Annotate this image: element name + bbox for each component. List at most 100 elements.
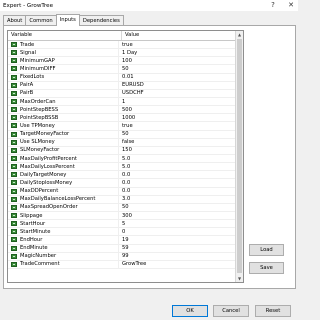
value-cell[interactable]: EURUSD — [119, 82, 144, 89]
load-button[interactable]: Load — [249, 244, 284, 256]
variable-cell: DailyTargetMoney — [8, 171, 119, 179]
value-cell[interactable]: 150 — [119, 147, 132, 154]
value-cell[interactable]: 3.0 — [119, 196, 130, 203]
variable-icon — [11, 82, 17, 88]
variable-icon — [11, 253, 17, 259]
close-icon[interactable]: ✕ — [286, 1, 296, 9]
value-cell[interactable]: USDCHF — [119, 90, 144, 97]
value-cell[interactable]: true — [119, 122, 133, 129]
table-row[interactable]: EndMinute 59 — [8, 244, 235, 253]
table-row[interactable]: TradeComment GrowTree — [8, 260, 235, 269]
title-bar: Expert - GrowTree ? ✕ — [0, 0, 298, 11]
value-cell[interactable]: 5 — [119, 220, 125, 227]
value-cell[interactable]: GrowTree — [119, 261, 146, 268]
table-row[interactable]: MaxSpreadOpenOrder 50 — [8, 203, 235, 212]
value-cell[interactable]: 50 — [119, 65, 129, 72]
scroll-up-icon[interactable]: ▲ — [236, 31, 243, 38]
variable-cell: PointStepBESS — [8, 106, 119, 114]
variable-cell: Signal — [8, 49, 119, 57]
value-cell[interactable]: 59 — [119, 245, 129, 252]
value-cell[interactable]: 1000 — [119, 114, 135, 121]
table-row[interactable]: FixedLots 0.01 — [8, 73, 235, 82]
variable-cell: MinimumGAP — [8, 57, 119, 65]
variable-icon — [11, 115, 17, 121]
variable-cell: Use TPMoney — [8, 122, 119, 130]
table-row[interactable]: MaxDailyLossPercent 5.0 — [8, 163, 235, 172]
variable-cell: EndHour — [8, 236, 119, 244]
variable-name: EndMinute — [20, 245, 48, 252]
value-cell[interactable]: 0.01 — [119, 74, 134, 81]
vertical-scrollbar[interactable]: ▲ ▼ — [235, 31, 243, 282]
ok-button[interactable]: OK — [172, 305, 208, 317]
value-cell[interactable]: 99 — [119, 253, 129, 260]
scroll-down-icon[interactable]: ▼ — [236, 275, 243, 282]
variable-cell: TradeComment — [8, 260, 119, 268]
variable-icon — [11, 164, 17, 170]
value-cell[interactable]: 1 — [119, 98, 125, 105]
value-cell[interactable]: 5.0 — [119, 163, 130, 170]
variable-cell: TargetMoneyFactor — [8, 130, 119, 138]
table-row[interactable]: Trade true — [8, 41, 235, 50]
table-row[interactable]: MinimumDIFF 50 — [8, 65, 235, 74]
cancel-button[interactable]: Cancel — [213, 305, 249, 317]
table-row[interactable]: DailyTargetMoney 0.0 — [8, 171, 235, 180]
window-controls: ? ✕ — [268, 1, 296, 9]
reset-button[interactable]: Reset — [255, 305, 291, 317]
table-row[interactable]: Signal 1 Day — [8, 49, 235, 58]
table-row[interactable]: MinimumGAP 100 — [8, 57, 235, 66]
variable-name: MaxSpreadOpenOrder — [20, 204, 78, 211]
table-row[interactable]: StartHour 5 — [8, 220, 235, 229]
variable-name: Slippage — [20, 212, 43, 219]
value-cell[interactable]: 0.0 — [119, 188, 130, 195]
variable-cell: EndMinute — [8, 244, 119, 252]
value-cell[interactable]: 5.0 — [119, 155, 130, 162]
table-row[interactable]: MaxDailyProfitPercent 5.0 — [8, 154, 235, 164]
value-cell[interactable]: 500 — [119, 106, 132, 113]
table-row[interactable]: StartMinute 0 — [8, 228, 235, 237]
value-cell[interactable]: 0.0 — [119, 171, 130, 178]
value-cell[interactable]: 1 Day — [119, 49, 137, 56]
variable-icon — [11, 156, 17, 162]
variable-icon — [11, 245, 17, 251]
variable-icon — [11, 221, 17, 227]
variable-icon — [11, 261, 17, 267]
table-row[interactable]: Use TPMoney true — [8, 122, 235, 131]
table-row[interactable]: DailyStoplossMoney 0.0 — [8, 179, 235, 188]
value-cell[interactable]: true — [119, 41, 133, 48]
table-row[interactable]: MaxOrderCan 1 — [8, 97, 235, 107]
value-cell[interactable]: 50 — [119, 131, 129, 138]
table-row[interactable]: PointStepBSSB 1000 — [8, 114, 235, 123]
value-cell[interactable]: 300 — [119, 212, 132, 219]
column-header-variable[interactable]: Variable — [8, 31, 122, 40]
variable-name: PairA — [20, 82, 34, 89]
variable-icon — [11, 139, 17, 145]
value-cell[interactable]: 0 — [119, 228, 125, 235]
variable-name: TradeComment — [20, 261, 60, 268]
save-button[interactable]: Save — [249, 262, 284, 274]
value-cell[interactable]: 100 — [119, 57, 132, 64]
column-header-value[interactable]: Value — [122, 31, 139, 40]
table-row[interactable]: Slippage 300 — [8, 211, 235, 221]
table-row[interactable]: MaxDailyBalanceLossPercent 3.0 — [8, 195, 235, 204]
table-row[interactable]: TargetMoneyFactor 50 — [8, 130, 235, 139]
table-row[interactable]: PairB USDCHF — [8, 89, 235, 98]
table-row[interactable]: PairA EURUSD — [8, 81, 235, 90]
tab-inputs[interactable]: Inputs — [55, 14, 80, 26]
value-cell[interactable]: 50 — [119, 204, 129, 211]
table-row[interactable]: MagicNumber 99 — [8, 252, 235, 261]
help-icon[interactable]: ? — [268, 1, 278, 9]
variable-cell: FixedLots — [8, 73, 119, 81]
scroll-thumb[interactable] — [237, 39, 242, 273]
variable-name: Trade — [20, 41, 35, 48]
table-row[interactable]: SLMoneyFactor 150 — [8, 146, 235, 155]
variable-icon — [11, 188, 17, 194]
inputs-panel: Variable Value Trade true Signal 1 Day Minim… — [3, 25, 296, 289]
table-row[interactable]: EndHour 19 — [8, 236, 235, 245]
variable-name: StartMinute — [20, 228, 51, 235]
table-row[interactable]: Use SLMoney false — [8, 138, 235, 147]
table-row[interactable]: PointStepBESS 500 — [8, 106, 235, 115]
value-cell[interactable]: 0.0 — [119, 179, 130, 186]
value-cell[interactable]: false — [119, 139, 134, 146]
table-row[interactable]: MaxDDPercent 0.0 — [8, 187, 235, 196]
value-cell[interactable]: 19 — [119, 236, 129, 243]
